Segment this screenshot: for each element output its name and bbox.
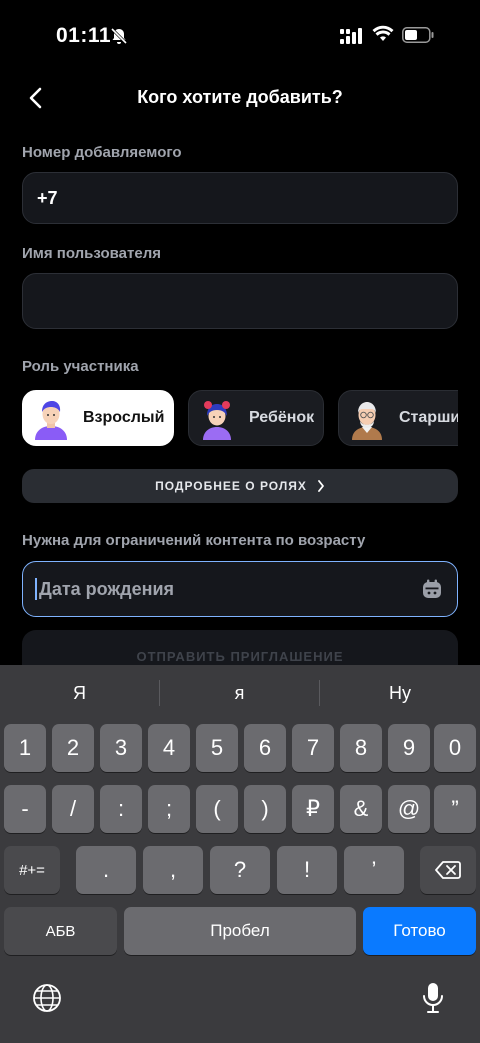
key-ruble[interactable]: ₽ (292, 785, 334, 833)
key-more-symbols[interactable]: #+= (4, 846, 60, 894)
role-option-adult[interactable]: Взрослый (22, 390, 174, 446)
key-3[interactable]: 3 (100, 724, 142, 772)
suggestion-bar: Я я Ну (0, 665, 480, 721)
done-key[interactable]: Готово (363, 907, 476, 955)
role-option-child[interactable]: Ребёнок (188, 390, 324, 446)
text-cursor (35, 578, 37, 600)
key-semicolon[interactable]: ; (148, 785, 190, 833)
role-option-senior[interactable]: Старший (338, 390, 458, 446)
key-6[interactable]: 6 (244, 724, 286, 772)
key-question[interactable]: ? (210, 846, 270, 894)
page-title: Кого хотите добавить? (137, 87, 343, 107)
key-1[interactable]: 1 (4, 724, 46, 772)
suggestion-item[interactable]: Ну (320, 665, 480, 721)
key-quote[interactable]: ” (434, 785, 476, 833)
key-4[interactable]: 4 (148, 724, 190, 772)
status-bar: 01:11 (0, 0, 480, 70)
birth-date-placeholder: Дата рождения (39, 578, 175, 599)
microphone-icon[interactable] (422, 981, 444, 1015)
adult-avatar-icon (35, 401, 67, 440)
key-dash[interactable]: - (4, 785, 46, 833)
cellular-signal-icon (340, 28, 362, 44)
key-slash[interactable]: / (52, 785, 94, 833)
role-option-senior-label: Старший (399, 409, 458, 426)
key-8[interactable]: 8 (340, 724, 382, 772)
key-5[interactable]: 5 (196, 724, 238, 772)
key-2[interactable]: 2 (52, 724, 94, 772)
send-invite-label: ОТПРАВИТЬ ПРИГЛАШЕНИЕ (136, 648, 344, 664)
backspace-icon (435, 861, 461, 879)
key-period[interactable]: . (76, 846, 136, 894)
battery-icon (402, 27, 434, 43)
role-option-adult-label: Взрослый (83, 409, 165, 426)
wifi-icon (372, 25, 394, 41)
space-key[interactable]: Пробел (124, 907, 356, 955)
birth-date-input[interactable]: Дата рождения (22, 561, 458, 617)
role-label: Роль участника (22, 358, 139, 375)
phone-input[interactable]: +7 (22, 172, 458, 224)
key-colon[interactable]: : (100, 785, 142, 833)
birth-date-hint: Нужна для ограничений контента по возрас… (22, 532, 366, 549)
role-option-child-label: Ребёнок (249, 409, 315, 426)
username-input[interactable] (22, 273, 458, 329)
roles-more-button[interactable]: ПОДРОБНЕЕ О РОЛЯХ (22, 469, 458, 503)
username-label: Имя пользователя (22, 245, 161, 262)
bell-muted-icon (110, 27, 128, 45)
child-avatar-icon (203, 401, 231, 440)
status-time: 01:11 (56, 24, 112, 47)
phone-value: +7 (37, 187, 58, 208)
phone-label: Номер добавляемого (22, 144, 182, 161)
calendar-icon[interactable] (421, 578, 443, 600)
key-alphabet[interactable]: АБВ (4, 907, 117, 955)
roles-more-label: ПОДРОБНЕЕ О РОЛЯХ (155, 479, 307, 493)
key-apostrophe[interactable]: ’ (344, 846, 404, 894)
key-open-paren[interactable]: ( (196, 785, 238, 833)
suggestion-item[interactable]: Я (0, 665, 159, 721)
key-7[interactable]: 7 (292, 724, 334, 772)
key-close-paren[interactable]: ) (244, 785, 286, 833)
key-0[interactable]: 0 (434, 724, 476, 772)
senior-avatar-icon (352, 402, 382, 440)
key-at[interactable]: @ (388, 785, 430, 833)
backspace-key[interactable] (420, 846, 476, 894)
key-9[interactable]: 9 (388, 724, 430, 772)
key-ampersand[interactable]: & (340, 785, 382, 833)
chevron-right-icon (317, 480, 324, 492)
key-exclamation[interactable]: ! (277, 846, 337, 894)
role-selector: Взрослый Ребёнок Старший (22, 390, 458, 448)
suggestion-item[interactable]: я (160, 665, 319, 721)
key-comma[interactable]: , (143, 846, 203, 894)
globe-icon[interactable] (32, 983, 62, 1013)
